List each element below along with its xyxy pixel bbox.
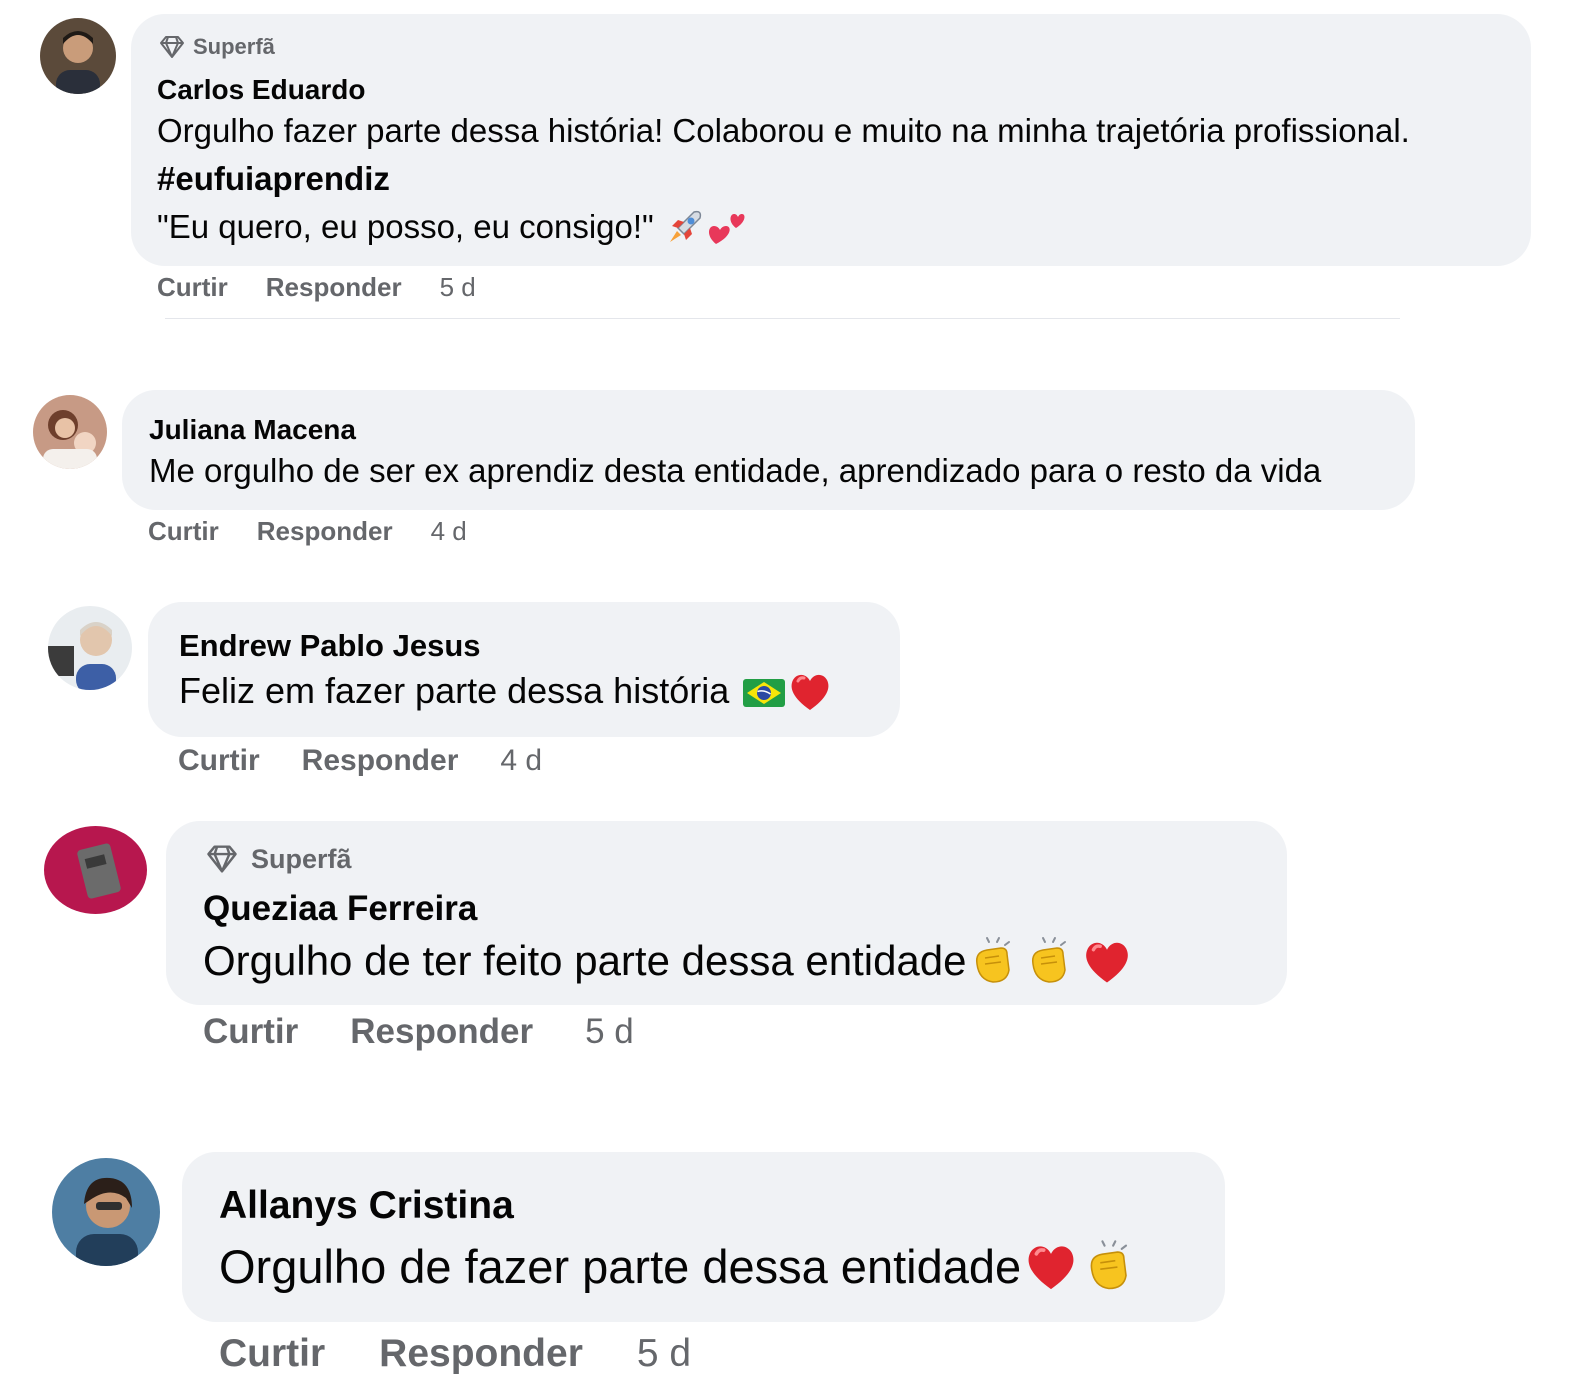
timestamp[interactable]: 5 d xyxy=(440,272,476,303)
two-hearts-icon xyxy=(708,214,745,244)
avatar[interactable] xyxy=(40,18,116,94)
comment-actions: Curtir Responder 5 d xyxy=(203,1012,634,1052)
comment-bubble: Superfã Queziaa Ferreira Orgulho de ter … xyxy=(166,821,1287,1005)
timestamp[interactable]: 4 d xyxy=(500,744,542,778)
like-button[interactable]: Curtir xyxy=(148,516,219,547)
comment-bubble: Superfã Carlos Eduardo Orgulho fazer par… xyxy=(131,14,1531,266)
comment-actions: Curtir Responder 4 d xyxy=(178,744,542,778)
divider xyxy=(165,318,1400,319)
comment-actions: Curtir Responder 5 d xyxy=(157,272,476,303)
comment-bubble: Allanys Cristina Orgulho de fazer parte … xyxy=(182,1152,1225,1322)
clapping-hands-icon xyxy=(1031,937,1066,983)
clapping-hands-icon xyxy=(1090,1240,1128,1290)
comment-text: Orgulho fazer parte dessa história! Cola… xyxy=(157,112,1410,149)
comment-bubble: Juliana Macena Me orgulho de ser ex apre… xyxy=(122,390,1415,510)
comment-text: Orgulho de ter feito parte dessa entidad… xyxy=(203,937,967,984)
reply-button[interactable]: Responder xyxy=(379,1332,583,1376)
comment-line: Feliz em fazer parte dessa história xyxy=(179,668,833,714)
reply-button[interactable]: Responder xyxy=(350,1012,533,1052)
hashtag-link[interactable]: #eufuiaprendiz xyxy=(157,160,390,198)
commenter-name[interactable]: Endrew Pablo Jesus xyxy=(179,628,481,664)
diamond-icon xyxy=(207,845,237,873)
commenter-name[interactable]: Carlos Eduardo xyxy=(157,74,365,106)
clapping-hands-icon xyxy=(975,937,1010,983)
avatar[interactable] xyxy=(33,395,107,469)
avatar[interactable] xyxy=(44,826,147,914)
rocket-icon xyxy=(669,210,701,242)
avatar[interactable] xyxy=(48,606,132,690)
comment-actions: Curtir Responder 4 d xyxy=(148,516,467,547)
like-button[interactable]: Curtir xyxy=(203,1012,298,1052)
comment-text: Feliz em fazer parte dessa história xyxy=(179,670,730,711)
comment-actions: Curtir Responder 5 d xyxy=(219,1332,691,1376)
comment-bubble: Endrew Pablo Jesus Feliz em fazer parte … xyxy=(148,602,900,737)
comment-line: Orgulho de fazer parte dessa entidade xyxy=(219,1238,1141,1294)
comment-text: Me orgulho de ser ex aprendiz desta enti… xyxy=(149,452,1322,489)
commenter-name[interactable]: Juliana Macena xyxy=(149,414,356,446)
like-button[interactable]: Curtir xyxy=(178,744,260,778)
red-heart-icon xyxy=(791,674,829,710)
superfan-badge: Superfã xyxy=(203,843,352,875)
reply-button[interactable]: Responder xyxy=(266,272,402,303)
commenter-name[interactable]: Queziaa Ferreira xyxy=(203,889,477,929)
brazil-flag-icon xyxy=(743,679,786,707)
badge-label: Superfã xyxy=(193,34,275,59)
comment-text: "Eu quero, eu posso, eu consigo!" xyxy=(157,208,654,245)
like-button[interactable]: Curtir xyxy=(219,1332,325,1376)
like-button[interactable]: Curtir xyxy=(157,272,228,303)
timestamp[interactable]: 5 d xyxy=(585,1012,634,1052)
timestamp[interactable]: 4 d xyxy=(431,516,467,547)
commenter-name[interactable]: Allanys Cristina xyxy=(219,1184,514,1228)
comment-line: Orgulho de ter feito parte dessa entidad… xyxy=(203,935,1135,987)
diamond-icon xyxy=(160,36,184,58)
avatar[interactable] xyxy=(52,1158,160,1266)
comment-line: "Eu quero, eu posso, eu consigo!" xyxy=(157,206,748,248)
superfan-badge: Superfã xyxy=(157,34,275,60)
reply-button[interactable]: Responder xyxy=(302,744,459,778)
reply-button[interactable]: Responder xyxy=(257,516,393,547)
badge-label: Superfã xyxy=(251,843,352,874)
comment-text: Orgulho de fazer parte dessa entidade xyxy=(219,1239,1022,1293)
red-heart-icon xyxy=(1028,1246,1074,1290)
timestamp[interactable]: 5 d xyxy=(637,1332,691,1376)
red-heart-icon xyxy=(1085,942,1128,983)
